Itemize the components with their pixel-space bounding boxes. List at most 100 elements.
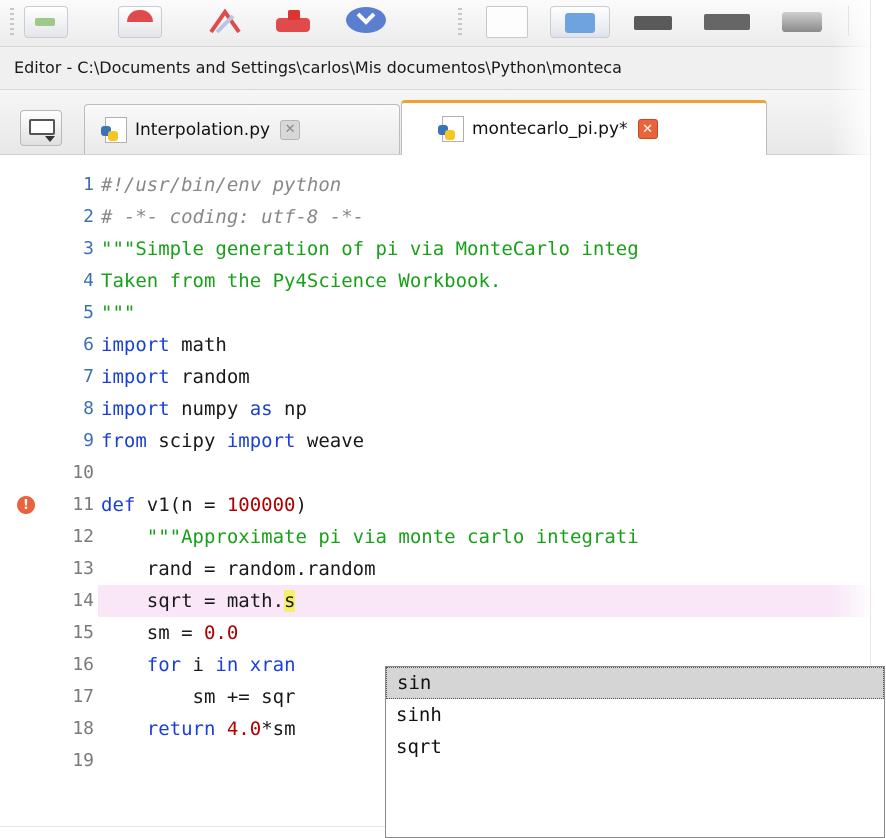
code-line[interactable]: 1 #!/usr/bin/env python [0,169,870,201]
code-line[interactable]: 2 # -*- coding: utf-8 -*- [0,201,870,233]
layout-icon [565,13,595,33]
code-line[interactable]: 15 sm = 0.0 [0,617,870,649]
code-token: ) [295,494,307,516]
close-icon[interactable]: ✕ [637,119,658,139]
line-number: 2 [83,206,94,227]
editor-title: Editor - C:\Documents and Settings\carlo… [0,47,870,90]
code-text: """ [101,297,135,329]
tab-label: montecarlo_pi.py* [472,119,628,139]
tab-label: Interpolation.py [135,119,271,140]
code-line[interactable]: ! 11 def v1(n = 100000) [0,489,870,521]
line-gutter: 18 [0,713,98,745]
code-token: xran [249,654,296,676]
line-number: 6 [83,334,94,355]
line-gutter: 13 [0,553,98,585]
run-button[interactable] [272,6,316,36]
code-line[interactable]: 10 [0,457,870,489]
toolbar-grip[interactable] [10,8,14,36]
code-token: in [215,654,239,676]
line-number: 10 [72,462,94,483]
code-line[interactable]: 6 import math [0,329,870,361]
code-token: v1(n = [135,494,227,516]
line-number: 18 [72,718,94,739]
line-number: 5 [83,302,94,323]
code-line[interactable]: 5 """ [0,297,870,329]
autocomplete-list[interactable]: sin sinh sqrt [385,666,885,838]
code-line[interactable]: 14 sqrt = math.s [0,585,870,617]
code-text: sm = 0.0 [101,617,239,649]
line-gutter: ! 11 [0,489,98,521]
code-token: rand = random.random [101,558,376,580]
code-token: as [249,398,273,420]
cancel-run-button[interactable] [344,6,388,36]
line-gutter: 8 [0,393,98,425]
code-text: Taken from the Py4Science Workbook. [101,265,501,297]
line-number: 17 [72,686,94,707]
code-token: weave [295,430,365,452]
autocomplete-item[interactable]: sin [386,667,884,699]
code-text: sqrt = math.s [101,585,296,617]
line-number: 19 [72,750,94,771]
code-token: import [101,398,170,420]
line-gutter: 7 [0,361,98,393]
cancel-icon [346,7,386,33]
toolbar-grip-2[interactable] [458,8,462,36]
code-line[interactable]: 12 """Approximate pi via monte carlo int… [0,521,870,553]
code-token: 4.0 [226,718,262,740]
preferences-button[interactable] [780,6,826,36]
code-token: # -*- coding: utf-8 -*- [101,206,365,228]
variable-explorer-button[interactable] [700,6,754,36]
code-token: """Simple generation of pi via MonteCarl… [101,238,639,260]
console-button[interactable] [630,6,676,36]
tab-bar: Interpolation.py ✕ montecarlo_pi.py* ✕ [0,90,870,155]
code-token: math [169,334,227,356]
layout-button[interactable] [550,6,610,38]
restore-pane-button[interactable] [24,6,68,38]
code-line[interactable]: 9 from scipy import weave [0,425,870,457]
code-text: import numpy as np [101,393,307,425]
code-token: random [169,366,250,388]
line-number: 14 [72,590,94,611]
variable-explorer-icon [704,14,750,30]
code-token: scipy [146,430,227,452]
code-line[interactable]: 7 import random [0,361,870,393]
line-number: 13 [72,558,94,579]
tab-interpolation[interactable]: Interpolation.py ✕ [84,104,400,154]
python-file-icon [101,116,127,143]
toolbar [0,0,870,47]
code-text: """Approximate pi via monte carlo integr… [101,521,639,553]
line-number: 11 [72,494,94,515]
code-text: """Simple generation of pi via MonteCarl… [101,233,639,265]
run-icon [276,10,310,32]
pen-tool-button[interactable] [205,6,249,36]
code-token: 0.0 [203,622,239,644]
line-gutter: 12 [0,521,98,553]
code-token: import [101,366,170,388]
autocomplete-item[interactable]: sqrt [386,731,884,763]
code-token: Taken from the Py4Science Workbook. [101,270,502,292]
code-token: np [272,398,307,420]
code-text: #!/usr/bin/env python [101,169,341,201]
code-text: # -*- coding: utf-8 -*- [101,201,364,233]
code-line[interactable]: 8 import numpy as np [0,393,870,425]
tab-montecarlo-pi[interactable]: montecarlo_pi.py* ✕ [401,100,767,155]
code-line[interactable]: 13 rand = random.random [0,553,870,585]
line-gutter: 14 [0,585,98,617]
browse-tabs-button[interactable] [20,110,62,146]
code-line[interactable]: 4 Taken from the Py4Science Workbook. [0,265,870,297]
autocomplete-item[interactable]: sinh [386,699,884,731]
close-icon[interactable]: ✕ [280,119,301,140]
code-token: """Approximate pi via monte carlo integr… [146,526,639,548]
code-token: sqrt = math. [101,590,285,612]
preferences-icon [782,12,822,32]
error-icon[interactable]: ! [17,496,35,514]
code-text: import math [101,329,227,361]
code-line[interactable]: 3 """Simple generation of pi via MonteCar… [0,233,870,265]
console-icon [634,16,672,30]
code-token: s [284,590,296,612]
new-window-button[interactable] [486,6,528,38]
maximize-pane-button[interactable] [118,6,162,38]
